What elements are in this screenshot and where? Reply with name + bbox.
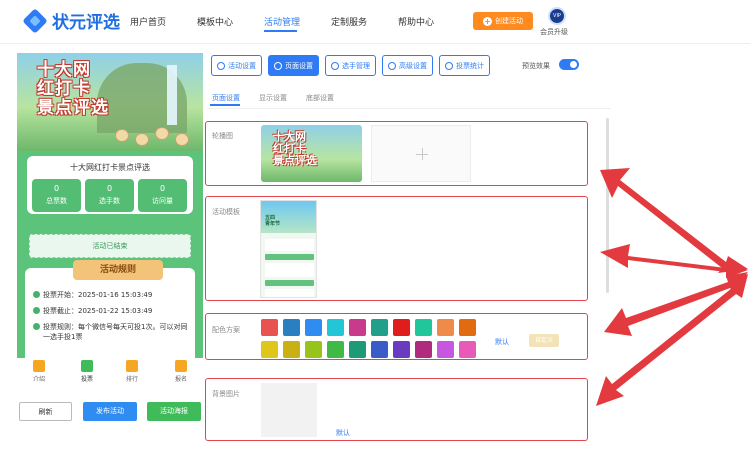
annotation-arrow [604,272,748,336]
annotation-arrows [596,168,748,406]
annotation-arrow [600,244,748,278]
annotation-arrow [596,274,748,406]
